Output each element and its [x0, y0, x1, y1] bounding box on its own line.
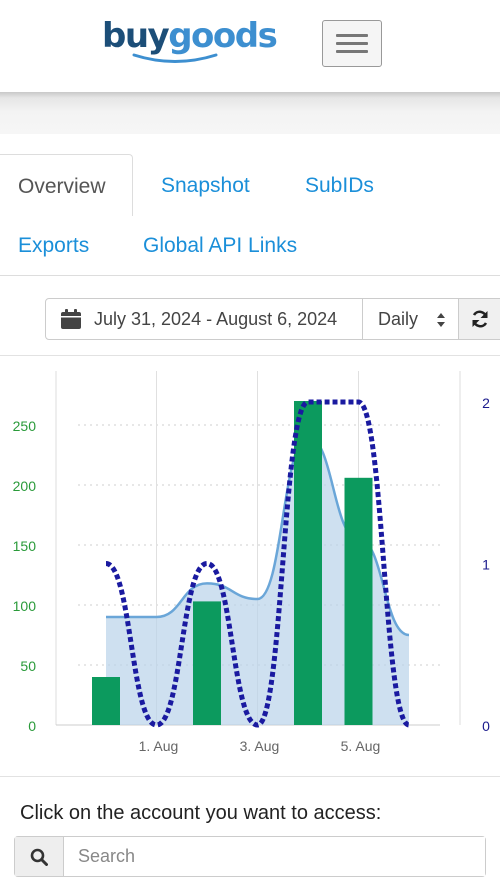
bar	[294, 401, 322, 725]
top-navbar: buygoods	[0, 0, 500, 92]
date-range-text: July 31, 2024 - August 6, 2024	[94, 308, 338, 329]
bar	[193, 601, 221, 725]
tab-global-api-links[interactable]: Global API Links	[143, 231, 297, 261]
y-right-tick-label: 2	[482, 395, 490, 411]
bar	[92, 677, 120, 725]
tab-exports[interactable]: Exports	[18, 231, 89, 261]
select-arrows-icon	[437, 313, 445, 327]
buygoods-logo[interactable]: buygoods	[102, 16, 278, 56]
calendar-icon	[61, 309, 81, 329]
tabs-divider	[0, 275, 500, 276]
performance-chart: 0 50 100 150 200 250 0 1 2 1. Aug 3. Aug 5. Aug	[13, 371, 490, 754]
menu-toggle-button[interactable]	[322, 20, 382, 67]
y-left-tick-label: 200	[13, 478, 37, 494]
header-divider-band	[0, 92, 500, 134]
logo-smile-icon	[132, 53, 218, 63]
tab-subids[interactable]: SubIDs	[305, 171, 374, 201]
search-input[interactable]	[64, 837, 485, 876]
y-left-tick-label: 100	[13, 598, 37, 614]
y-left-tick-label: 0	[28, 718, 36, 734]
y-left-tick-label: 250	[13, 418, 37, 434]
x-tick-label: 3. Aug	[240, 738, 280, 754]
x-tick-label: 1. Aug	[139, 738, 179, 754]
refresh-icon	[472, 310, 487, 328]
section-divider	[0, 776, 500, 777]
tabs-row: Overview Snapshot SubIDs	[0, 154, 500, 216]
account-prompt: Click on the account you want to access:	[20, 802, 382, 824]
period-select-value: Daily	[378, 308, 419, 329]
search-addon	[15, 837, 64, 876]
period-select[interactable]: Daily	[362, 298, 459, 340]
bar	[344, 477, 373, 725]
account-search	[14, 836, 486, 877]
search-icon	[30, 848, 48, 866]
x-tick-label: 5. Aug	[341, 738, 381, 754]
tab-overview[interactable]: Overview	[0, 154, 133, 216]
y-left-tick-label: 50	[20, 658, 36, 674]
y-left-tick-label: 150	[13, 538, 37, 554]
refresh-button[interactable]	[458, 298, 500, 340]
hamburger-icon	[336, 34, 368, 37]
y-right-tick-label: 0	[482, 718, 490, 734]
tab-snapshot[interactable]: Snapshot	[161, 171, 250, 201]
y-right-tick-label: 1	[482, 557, 490, 573]
date-range-picker[interactable]: July 31, 2024 - August 6, 2024	[45, 298, 363, 340]
